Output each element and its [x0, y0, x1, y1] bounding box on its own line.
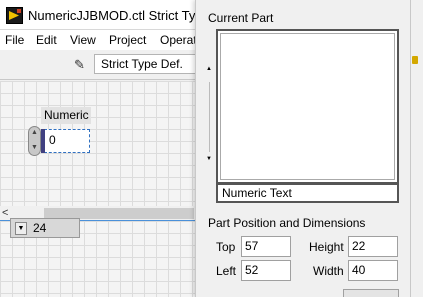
width-label: Width [313, 264, 344, 278]
menu-project[interactable]: Project [109, 33, 146, 47]
menu-view[interactable]: View [70, 33, 96, 47]
position-dimensions-label: Part Position and Dimensions [208, 216, 366, 230]
part-preview-box[interactable] [216, 29, 399, 184]
height-label: Height [309, 240, 344, 254]
menu-operate[interactable]: Operat [160, 33, 197, 47]
panel-action-button[interactable] [343, 289, 399, 297]
numeric-label[interactable]: Numeric [41, 107, 91, 124]
terminal-value: 24 [33, 221, 47, 235]
numeric-text-field[interactable]: 0 [41, 129, 90, 153]
menu-file[interactable]: File [5, 33, 24, 47]
left-field[interactable]: 52 [241, 260, 291, 281]
top-field[interactable]: 57 [241, 236, 291, 257]
height-field[interactable]: 22 [348, 236, 398, 257]
window-title: NumericJJBMOD.ctl Strict Type [28, 8, 210, 23]
chevron-down-icon[interactable]: ▼ [15, 222, 27, 235]
left-label: Left [216, 264, 237, 278]
increment-decrement-button[interactable] [28, 126, 41, 156]
control-properties-panel: Current Part ▲ ▼ Numeric Text Part Posit… [195, 0, 411, 297]
part-scroll-up-icon[interactable]: ▲ [206, 66, 212, 72]
background-window-edge [411, 0, 423, 297]
current-part-label: Current Part [208, 11, 274, 25]
numeric-terminal[interactable]: ▼ 24 [10, 218, 80, 238]
menu-edit[interactable]: Edit [36, 33, 57, 47]
part-preview-inner [220, 33, 395, 180]
part-scroll-down-icon[interactable]: ▼ [206, 156, 212, 162]
labview-icon [6, 7, 23, 24]
top-label: Top [216, 240, 236, 254]
window-marker-icon [412, 56, 418, 64]
width-field[interactable]: 40 [348, 260, 398, 281]
numeric-control[interactable]: 0 [28, 126, 92, 156]
pencil-icon[interactable]: ✎ [74, 57, 85, 73]
part-name-field[interactable]: Numeric Text [216, 183, 399, 203]
chevron-left-icon[interactable]: < [2, 207, 8, 219]
part-scroll-track[interactable] [209, 82, 210, 152]
